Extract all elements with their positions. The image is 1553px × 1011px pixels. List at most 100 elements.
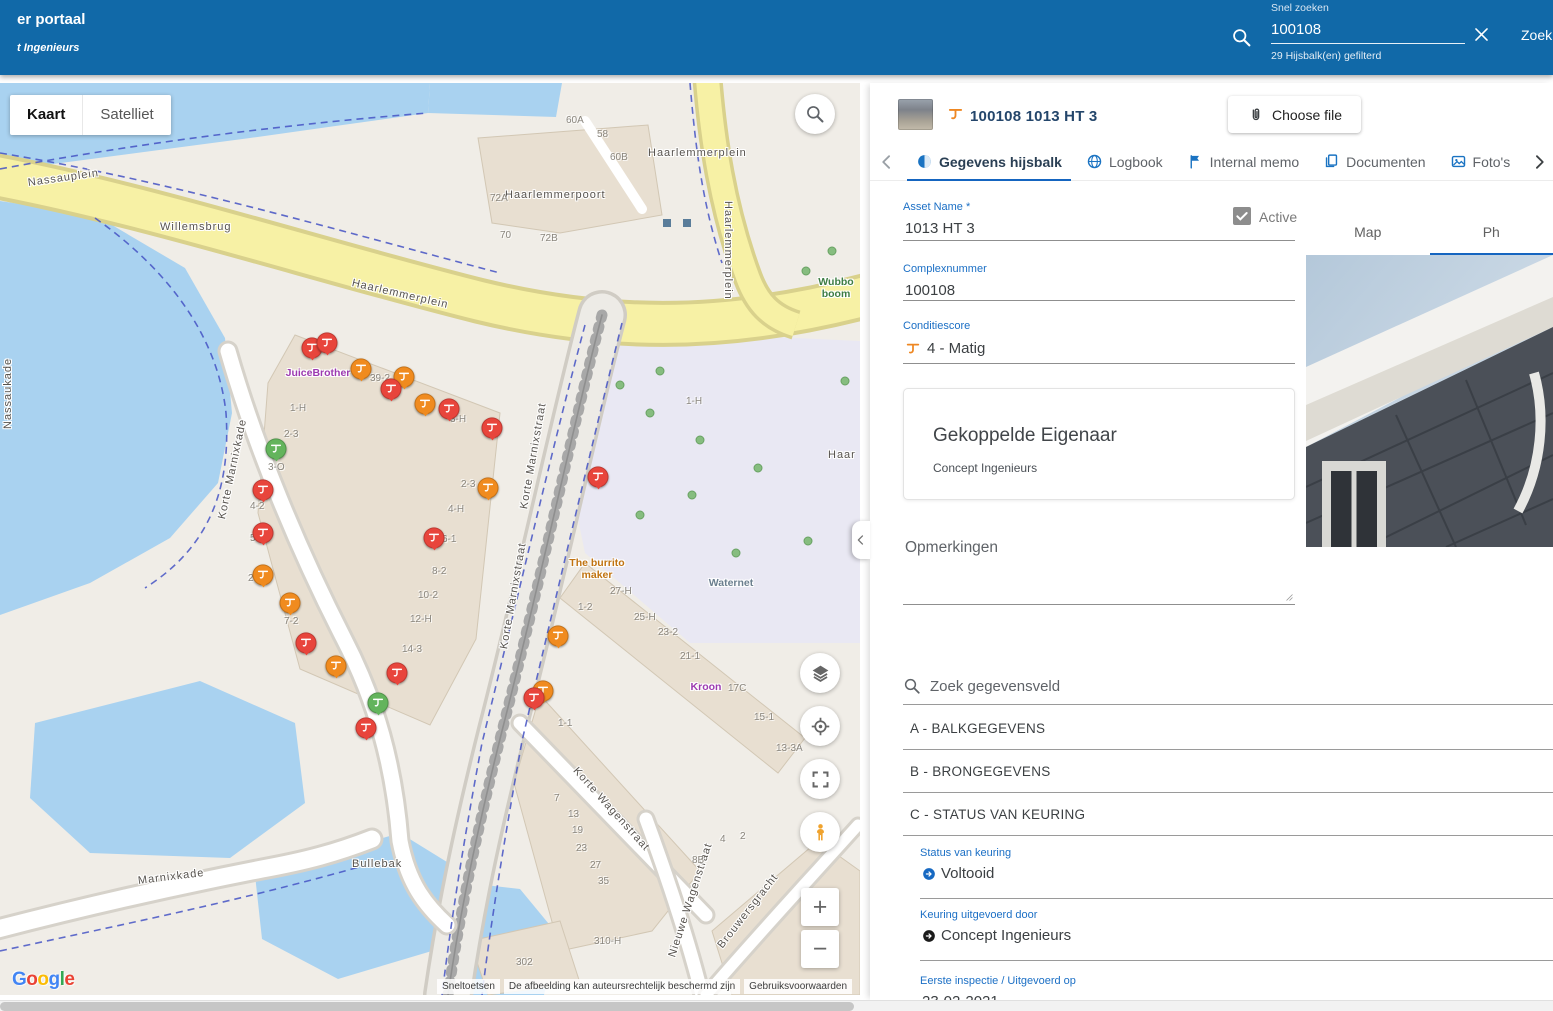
media-tab-ph[interactable]: Ph: [1430, 209, 1553, 255]
keuring-door-field[interactable]: Keuring uitgevoerd door Concept Ingenieu…: [920, 909, 1553, 961]
panel-collapse-button[interactable]: [852, 521, 870, 559]
attribution-gebruiksvoorwaarden[interactable]: Gebruiksvoorwaarden: [744, 979, 852, 994]
tabs-scroll-right-icon[interactable]: [1529, 152, 1549, 172]
search-icon: [805, 104, 825, 124]
active-checkbox[interactable]: [1233, 207, 1251, 225]
asset-marker[interactable]: [415, 393, 436, 414]
tabs-scroll-left-icon[interactable]: [877, 152, 897, 172]
tab-gegevens-hijsbalk[interactable]: Gegevens hijsbalk: [904, 143, 1074, 180]
poi-label[interactable]: Waternet: [709, 577, 754, 589]
street-view-pegman[interactable]: [800, 812, 840, 852]
asset-marker[interactable]: [478, 477, 499, 498]
record-icon: [916, 153, 933, 170]
tab-label: Internal memo: [1210, 154, 1299, 170]
section-c-status-van-keuring[interactable]: C - STATUS VAN KEURING: [903, 793, 1553, 836]
opmerkingen-field[interactable]: Opmerkingen: [903, 533, 1295, 605]
house-number: 72B: [540, 233, 558, 244]
close-icon[interactable]: [1472, 25, 1491, 44]
poi-label[interactable]: Wubboboom: [818, 276, 853, 300]
status-van-keuring-field[interactable]: Status van keuring Voltooid: [920, 847, 1553, 899]
conditiescore-field[interactable]: Conditiescore 4 - Matig: [903, 320, 1295, 364]
asset-marker[interactable]: [326, 655, 347, 676]
layers-icon: [810, 663, 831, 684]
house-number: 1-H: [686, 396, 702, 407]
asset-marker[interactable]: [368, 692, 389, 713]
asset-marker[interactable]: [253, 479, 274, 500]
asset-marker[interactable]: [280, 592, 301, 613]
tab-internal-memo[interactable]: Internal memo: [1175, 143, 1311, 180]
zoom-out-button[interactable]: −: [801, 930, 839, 968]
search-submit-button[interactable]: Zoek: [1521, 27, 1552, 43]
docs-icon: [1323, 153, 1340, 170]
tab-label: Documenten: [1346, 154, 1425, 170]
fullscreen-button[interactable]: [800, 759, 840, 799]
asset-marker[interactable]: [253, 522, 274, 543]
complexnummer-value[interactable]: 100108: [905, 282, 955, 299]
asset-marker[interactable]: [588, 466, 609, 487]
quick-search-input[interactable]: [1271, 19, 1465, 44]
layers-button[interactable]: [800, 653, 840, 693]
asset-thumbnail[interactable]: [898, 99, 933, 130]
house-number: 2: [740, 831, 746, 842]
house-number: 17C: [728, 683, 746, 694]
media-tab-map[interactable]: Map: [1306, 209, 1430, 255]
keuring-door-value[interactable]: Concept Ingenieurs: [941, 927, 1071, 944]
paperclip-icon: [1247, 106, 1265, 124]
google-logo[interactable]: Google: [12, 969, 74, 991]
my-location-button[interactable]: [800, 706, 840, 746]
hijsbalk-icon: [947, 106, 964, 123]
asset-marker[interactable]: [548, 625, 569, 646]
house-number: 8-2: [432, 566, 446, 577]
section-a-balkgegevens[interactable]: A - BALKGEGEVENS: [903, 707, 1553, 750]
eerste-inspectie-field[interactable]: Eerste inspectie / Uitgevoerd op 23-02-2…: [920, 975, 1553, 1000]
asset-marker[interactable]: [424, 527, 445, 548]
search-icon[interactable]: [1231, 27, 1252, 48]
asset-marker[interactable]: [253, 564, 274, 585]
tab-foto-s[interactable]: Foto's: [1438, 143, 1523, 180]
status-value[interactable]: Voltooid: [941, 865, 994, 882]
choose-file-button[interactable]: Choose file: [1228, 96, 1361, 133]
attribution-sneltoetsen[interactable]: Sneltoetsen: [437, 979, 500, 994]
poi-label[interactable]: JuiceBrother: [286, 367, 351, 379]
tab-logbook[interactable]: Logbook: [1074, 143, 1175, 180]
accordion-sections: A - BALKGEGEVENSB - BRONGEGEVENSC - STAT…: [903, 707, 1553, 836]
asset-marker[interactable]: [296, 632, 317, 653]
map[interactable]: NassaupleinWillemsbrugHaarlemmerpleinHaa…: [0, 83, 860, 995]
asset-marker[interactable]: [381, 378, 402, 399]
asset-marker[interactable]: [387, 662, 408, 683]
asset-marker[interactable]: [351, 358, 372, 379]
asset-photo: [1306, 255, 1553, 547]
house-number: 15-1: [754, 712, 774, 723]
asset-marker[interactable]: [356, 717, 377, 738]
poi-label[interactable]: Kroon: [691, 681, 722, 693]
asset-marker[interactable]: [524, 687, 545, 708]
house-number: 58: [597, 129, 608, 140]
field-search-input[interactable]: Zoek gegevensveld: [903, 668, 1553, 705]
resize-handle-icon[interactable]: [1282, 590, 1294, 602]
map-search-button[interactable]: [795, 94, 835, 134]
zoom-in-button[interactable]: +: [801, 888, 839, 926]
asset-marker[interactable]: [266, 438, 287, 459]
house-number: 10-2: [418, 590, 438, 601]
asset-name-value[interactable]: 1013 HT 3: [905, 220, 975, 237]
top-bar: er portaal t Ingenieurs Snel zoeken 29 H…: [0, 0, 1553, 75]
owner-card-title: Gekoppelde Eigenaar: [933, 425, 1117, 447]
house-number: 302: [516, 957, 533, 968]
house-number: 1-2: [578, 602, 592, 613]
poi-label[interactable]: The burritomaker: [569, 557, 624, 581]
active-checkbox-label: Active: [1259, 209, 1297, 225]
house-number: 8B: [692, 855, 704, 866]
tab-documenten[interactable]: Documenten: [1311, 143, 1437, 180]
scrollbar-thumb[interactable]: [0, 1002, 854, 1011]
horizontal-scrollbar[interactable]: [0, 1000, 1553, 1011]
eerste-inspectie-value[interactable]: 23-02-2021: [922, 993, 999, 1000]
asset-marker[interactable]: [439, 398, 460, 419]
complexnummer-field[interactable]: Complexnummer 100108: [903, 263, 1295, 301]
conditiescore-value[interactable]: 4 - Matig: [927, 340, 985, 357]
map-type-satelliet[interactable]: Satelliet: [82, 95, 170, 135]
section-b-brongegevens[interactable]: B - BRONGEGEVENS: [903, 750, 1553, 793]
house-number: 1-H: [290, 403, 306, 414]
asset-marker[interactable]: [317, 332, 338, 353]
asset-marker[interactable]: [482, 417, 503, 438]
map-type-kaart[interactable]: Kaart: [10, 95, 82, 135]
